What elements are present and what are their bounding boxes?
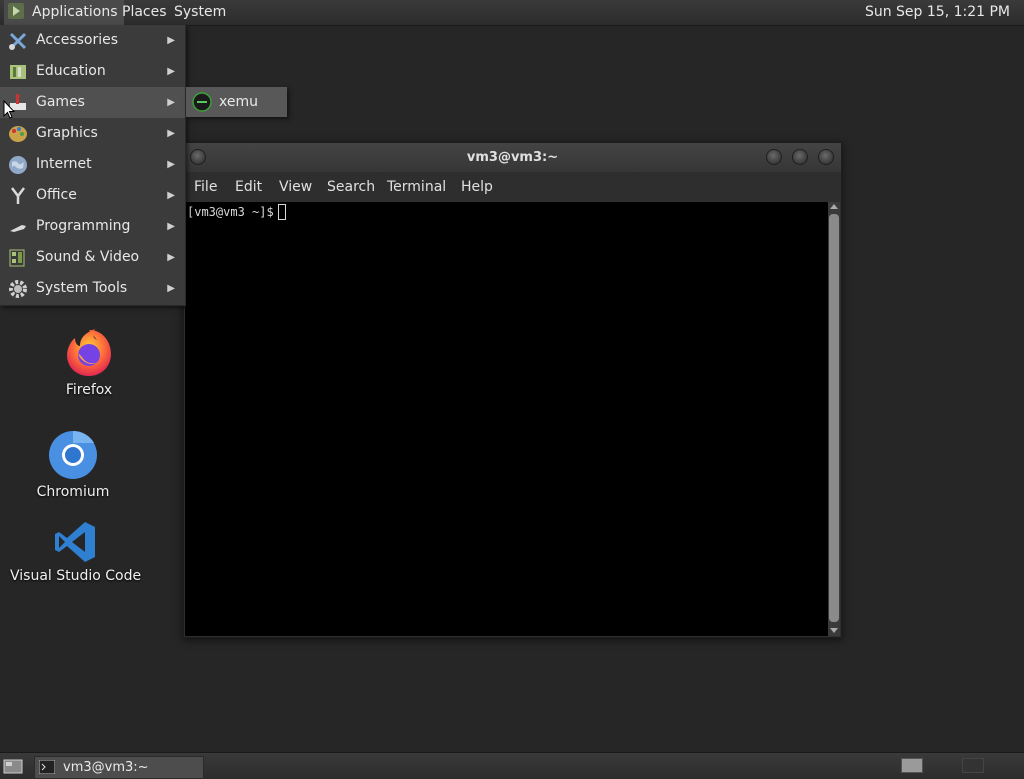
- show-desktop-icon[interactable]: [3, 757, 23, 775]
- menu-label: Games: [36, 94, 85, 110]
- submenu-arrow-icon: ▶: [167, 252, 175, 263]
- office-icon: [11, 187, 25, 204]
- terminal-icon: [39, 760, 55, 774]
- menu-terminal[interactable]: Terminal: [387, 172, 446, 202]
- submenu-arrow-icon: ▶: [167, 128, 175, 139]
- terminal-output[interactable]: [vm3@vm3 ~]$: [185, 202, 828, 636]
- clock[interactable]: Sun Sep 15, 1:21 PM: [859, 0, 1016, 25]
- submenu-arrow-icon: ▶: [167, 221, 175, 232]
- desktop-icon-firefox[interactable]: Firefox: [52, 326, 126, 398]
- programming-icon: [10, 225, 26, 232]
- menu-item-system-tools[interactable]: System Tools ▶: [0, 273, 185, 304]
- menu-file[interactable]: File: [194, 172, 217, 202]
- scroll-down-arrow-icon[interactable]: [830, 628, 838, 633]
- firefox-icon: [67, 329, 111, 376]
- terminal-prompt-line: [vm3@vm3 ~]$: [187, 204, 286, 220]
- scrollbar-thumb[interactable]: [829, 214, 839, 622]
- workspace-1[interactable]: [901, 758, 923, 773]
- workspace-2[interactable]: [962, 758, 984, 773]
- menu-edit[interactable]: Edit: [235, 172, 262, 202]
- window-title: vm3@vm3:~: [466, 150, 559, 165]
- chromium-label: Chromium: [36, 484, 110, 500]
- desktop-icon-chromium[interactable]: Chromium: [28, 430, 118, 500]
- vscode-label: Visual Studio Code: [10, 568, 142, 584]
- desktop-icon-vscode[interactable]: Visual Studio Code: [10, 520, 142, 584]
- menu-label: Education: [36, 63, 106, 79]
- menu-item-programming[interactable]: Programming ▶: [0, 211, 185, 242]
- menu-item-xemu[interactable]: xemu: [186, 87, 287, 117]
- internet-icon: [9, 156, 27, 174]
- menu-view[interactable]: View: [279, 172, 312, 202]
- firefox-label: Firefox: [65, 382, 113, 398]
- menu-item-accessories[interactable]: Accessories ▶: [0, 25, 185, 56]
- xemu-icon: [192, 92, 212, 112]
- graphics-icon: [9, 126, 27, 142]
- menu-label: Programming: [36, 218, 131, 234]
- vscode-icon: [55, 522, 95, 562]
- close-button[interactable]: [818, 149, 834, 165]
- terminal-titlebar[interactable]: vm3@vm3:~: [184, 143, 841, 172]
- system-menu-button[interactable]: System: [168, 0, 232, 25]
- mouse-pointer-icon: [3, 100, 15, 119]
- maximize-button[interactable]: [792, 149, 808, 165]
- submenu-arrow-icon: ▶: [167, 35, 175, 46]
- shell-prompt: [vm3@vm3 ~]$: [187, 205, 274, 219]
- taskbar-label: vm3@vm3:~: [63, 760, 149, 775]
- submenu-arrow-icon: ▶: [167, 283, 175, 294]
- submenu-arrow-icon: ▶: [167, 190, 175, 201]
- sound-video-icon: [9, 249, 25, 267]
- menu-search[interactable]: Search: [327, 172, 375, 202]
- menu-item-internet[interactable]: Internet ▶: [0, 149, 185, 180]
- education-icon: [10, 65, 26, 79]
- minimize-button[interactable]: [766, 149, 782, 165]
- menu-help[interactable]: Help: [461, 172, 493, 202]
- submenu-arrow-icon: ▶: [167, 66, 175, 77]
- terminal-window[interactable]: vm3@vm3:~ File Edit View Search Terminal…: [183, 142, 842, 638]
- applications-dropdown: Accessories ▶ Education ▶ Games ▶ Graphi…: [0, 25, 186, 306]
- menu-item-graphics[interactable]: Graphics ▶: [0, 118, 185, 149]
- applications-label: Applications: [32, 4, 118, 20]
- menu-label: Sound & Video: [36, 249, 140, 265]
- submenu-arrow-icon: ▶: [167, 159, 175, 170]
- menu-item-office[interactable]: Office ▶: [0, 180, 185, 211]
- submenu-arrow-icon: ▶: [167, 97, 175, 108]
- applications-menu-button[interactable]: Applications: [4, 0, 124, 25]
- menu-label: xemu: [219, 94, 258, 110]
- menu-item-sound-video[interactable]: Sound & Video ▶: [0, 242, 185, 273]
- bottom-panel: vm3@vm3:~: [0, 752, 1024, 779]
- accessories-icon: [9, 32, 27, 50]
- scroll-up-arrow-icon[interactable]: [830, 204, 838, 209]
- menu-label: Accessories: [36, 32, 119, 48]
- places-menu-button[interactable]: Places: [116, 0, 173, 25]
- applications-logo-icon: [8, 3, 24, 19]
- games-submenu: xemu: [186, 87, 287, 117]
- menu-label: System Tools: [36, 280, 128, 296]
- text-cursor: [277, 204, 286, 220]
- top-panel: Applications Places System Sun Sep 15, 1…: [0, 0, 1024, 26]
- menu-label: Internet: [36, 156, 92, 172]
- menu-label: Office: [36, 187, 77, 203]
- menu-item-education[interactable]: Education ▶: [0, 56, 185, 87]
- chromium-icon: [49, 430, 97, 479]
- system-tools-icon: [9, 280, 27, 298]
- taskbar-button-terminal[interactable]: vm3@vm3:~: [34, 756, 204, 779]
- terminal-scrollbar[interactable]: [828, 202, 840, 636]
- menu-label: Graphics: [36, 125, 98, 141]
- terminal-menubar: File Edit View Search Terminal Help: [184, 172, 841, 202]
- menu-item-games[interactable]: Games ▶: [0, 87, 185, 118]
